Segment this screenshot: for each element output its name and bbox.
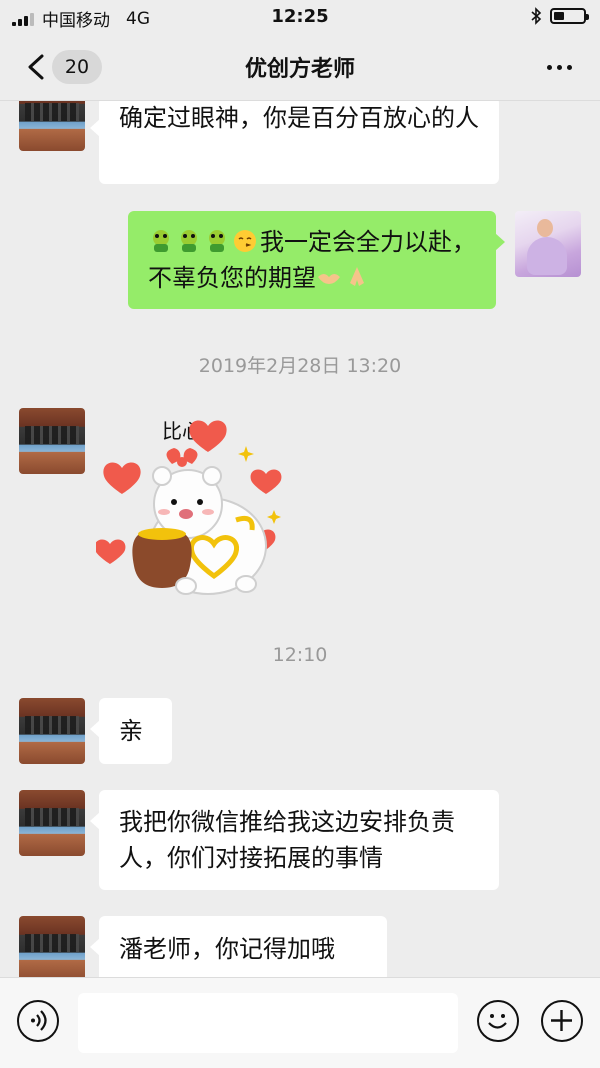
- contact-avatar[interactable]: [19, 698, 85, 764]
- contact-avatar[interactable]: [19, 790, 85, 856]
- plus-icon[interactable]: [541, 1000, 583, 1042]
- message-text: 亲: [119, 717, 143, 745]
- message-bubble-incoming[interactable]: 我把你微信推给我这边安排负责人，你们对接拓展的事情: [90, 790, 499, 890]
- message-text: 确定过眼神，你是百分百放心的人: [119, 104, 479, 132]
- contact-avatar[interactable]: [19, 101, 85, 151]
- battery-icon: [550, 8, 589, 24]
- clock: 12:25: [271, 6, 329, 27]
- input-bar: [0, 977, 600, 1068]
- kiss-face-icon: [234, 230, 256, 252]
- message-input[interactable]: [78, 993, 458, 1053]
- message-bubble-outgoing[interactable]: 我一定会全力以赴，不辜负您的期望: [128, 211, 505, 309]
- voice-icon[interactable]: [17, 1000, 59, 1042]
- message-list[interactable]: 确定过眼神，你是百分百放心的人 我一定会全力以赴，不辜负您的期望 2019年2月…: [0, 101, 600, 977]
- frog-icon: [209, 230, 225, 252]
- status-bar: 中国移动 4G 12:25: [0, 0, 600, 34]
- contact-avatar[interactable]: [19, 916, 85, 977]
- handshake-icon: [318, 274, 340, 284]
- message-bubble-incoming[interactable]: 潘老师，你记得加哦: [90, 916, 387, 977]
- emoji-icon[interactable]: [477, 1000, 519, 1042]
- frog-icon: [153, 230, 169, 252]
- message-text: 潘老师，你记得加哦: [119, 935, 335, 963]
- frog-icon: [181, 230, 197, 252]
- bear-sticker-image[interactable]: 比心: [96, 406, 296, 606]
- chat-header: 20 优创方老师: [0, 34, 600, 101]
- message-bubble-incoming[interactable]: 确定过眼神，你是百分百放心的人: [90, 101, 499, 184]
- bluetooth-icon: [531, 7, 542, 25]
- timestamp: 12:10: [272, 644, 328, 666]
- timestamp: 2019年2月28日 13:20: [198, 355, 402, 377]
- contact-avatar[interactable]: [19, 408, 85, 474]
- message-bubble-incoming[interactable]: 亲: [90, 698, 172, 764]
- pray-hands-icon: [350, 267, 364, 286]
- chat-title: 优创方老师: [244, 57, 355, 82]
- message-text: 我把你微信推给我这边安排负责人，你们对接拓展的事情: [119, 808, 455, 872]
- my-avatar[interactable]: [515, 211, 581, 277]
- more-options-icon[interactable]: [547, 65, 572, 70]
